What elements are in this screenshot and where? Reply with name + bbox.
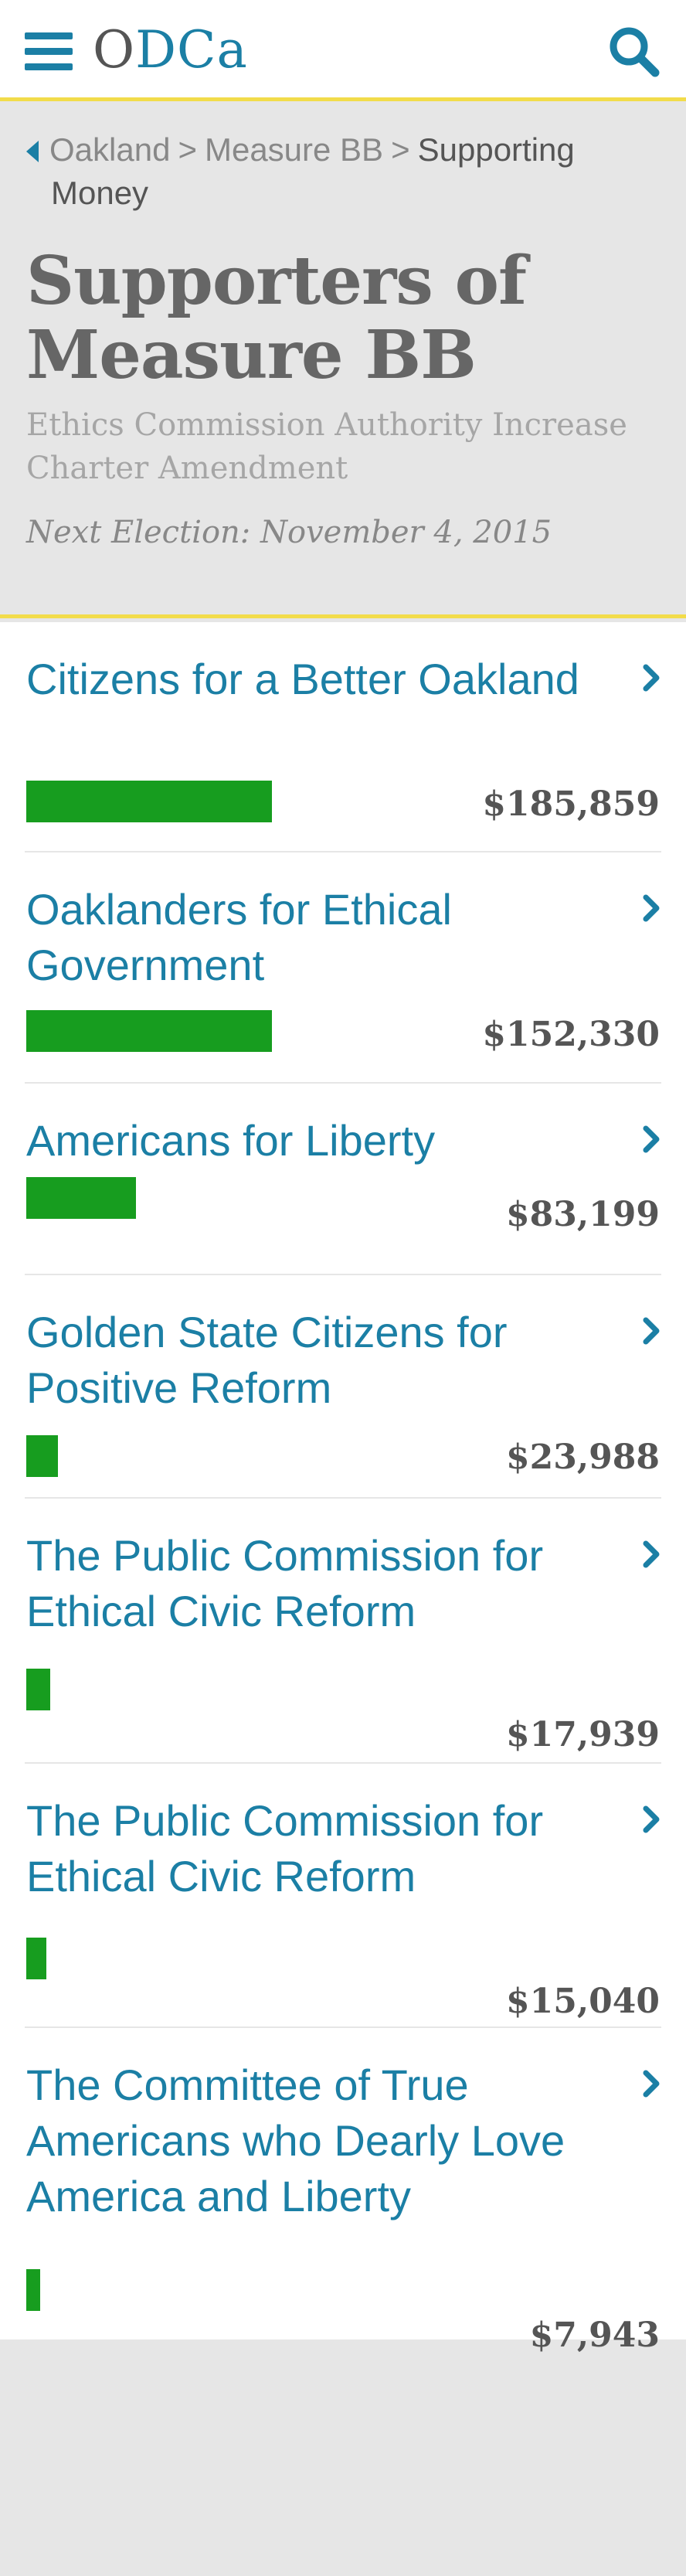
supporter-row[interactable]: Americans for Liberty $83,199 bbox=[0, 1084, 686, 1275]
supporter-row[interactable]: The Public Commission for Ethical Civic … bbox=[0, 1764, 686, 2028]
supporter-name[interactable]: Oaklanders for Ethical Government bbox=[26, 882, 613, 993]
chevron-right-icon[interactable] bbox=[641, 1804, 663, 1835]
breadcrumb-link-oakland[interactable]: Oakland bbox=[49, 131, 170, 168]
supporter-name[interactable]: Citizens for a Better Oakland bbox=[26, 652, 613, 707]
breadcrumb-link-measure[interactable]: Measure BB bbox=[205, 131, 383, 168]
chevron-right-icon[interactable] bbox=[641, 893, 663, 924]
chevron-right-icon[interactable] bbox=[641, 1539, 663, 1570]
page-subtitle: Ethics Commission Authority Increase Char… bbox=[26, 407, 627, 486]
page-hero: Oakland > Measure BB > Supporting Money Supp… bbox=[0, 105, 686, 618]
supporter-name[interactable]: The Public Commission for Ethical Civic … bbox=[26, 1528, 613, 1639]
contribution-bar bbox=[26, 2269, 40, 2311]
contribution-bar bbox=[26, 1669, 50, 1710]
supporter-name[interactable]: The Committee of True Americans who Dear… bbox=[26, 2057, 613, 2224]
supporter-name[interactable]: Americans for Liberty bbox=[26, 1113, 613, 1169]
supporter-row[interactable]: Oaklanders for Ethical Government $152,33… bbox=[0, 852, 686, 1084]
supporters-list: Citizens for a Better Oakland $185,859 Oak… bbox=[0, 622, 686, 2355]
supporter-row[interactable]: Citizens for a Better Oakland $185,859 bbox=[0, 622, 686, 852]
supporter-row[interactable]: Golden State Citizens for Positive Refor… bbox=[0, 1275, 686, 1499]
contribution-amount: $152,330 bbox=[482, 1015, 660, 1054]
supporter-row[interactable]: The Public Commission for Ethical Civic … bbox=[0, 1499, 686, 1764]
contribution-bar bbox=[26, 781, 272, 822]
contribution-bar bbox=[26, 1010, 272, 1052]
contribution-bar bbox=[26, 1177, 136, 1219]
chevron-right-icon[interactable] bbox=[641, 2068, 663, 2099]
contribution-amount: $23,988 bbox=[505, 1438, 660, 1477]
breadcrumb: Oakland > Measure BB > Supporting Money bbox=[26, 128, 660, 215]
contribution-amount: $17,939 bbox=[505, 1715, 660, 1754]
supporter-name[interactable]: Golden State Citizens for Positive Refor… bbox=[26, 1305, 613, 1416]
search-icon[interactable] bbox=[607, 25, 661, 79]
contribution-bar bbox=[26, 1938, 46, 1979]
next-election-date: Next Election: November 4, 2015 bbox=[26, 515, 552, 550]
supporter-row[interactable]: The Committee of True Americans who Dear… bbox=[0, 2028, 686, 2355]
hamburger-menu-icon[interactable] bbox=[25, 32, 73, 71]
contribution-amount: $185,859 bbox=[482, 784, 660, 824]
top-navigation-bar: ODCa bbox=[0, 0, 686, 101]
contribution-amount: $15,040 bbox=[505, 1982, 660, 2021]
contribution-bar bbox=[26, 1435, 58, 1477]
breadcrumb-current: Supporting bbox=[417, 131, 575, 168]
contribution-amount: $83,199 bbox=[505, 1195, 660, 1234]
page-title: Supporters of Measure BB bbox=[26, 242, 527, 394]
back-caret-icon[interactable] bbox=[26, 141, 39, 162]
contribution-amount: $7,943 bbox=[529, 2316, 660, 2355]
chevron-right-icon[interactable] bbox=[641, 1124, 663, 1155]
site-logo[interactable]: ODCa bbox=[93, 20, 248, 80]
chevron-right-icon[interactable] bbox=[641, 1315, 663, 1346]
breadcrumb-current-continued: Money bbox=[51, 175, 149, 211]
supporter-name[interactable]: The Public Commission for Ethical Civic … bbox=[26, 1793, 613, 1904]
chevron-right-icon[interactable] bbox=[641, 662, 663, 693]
